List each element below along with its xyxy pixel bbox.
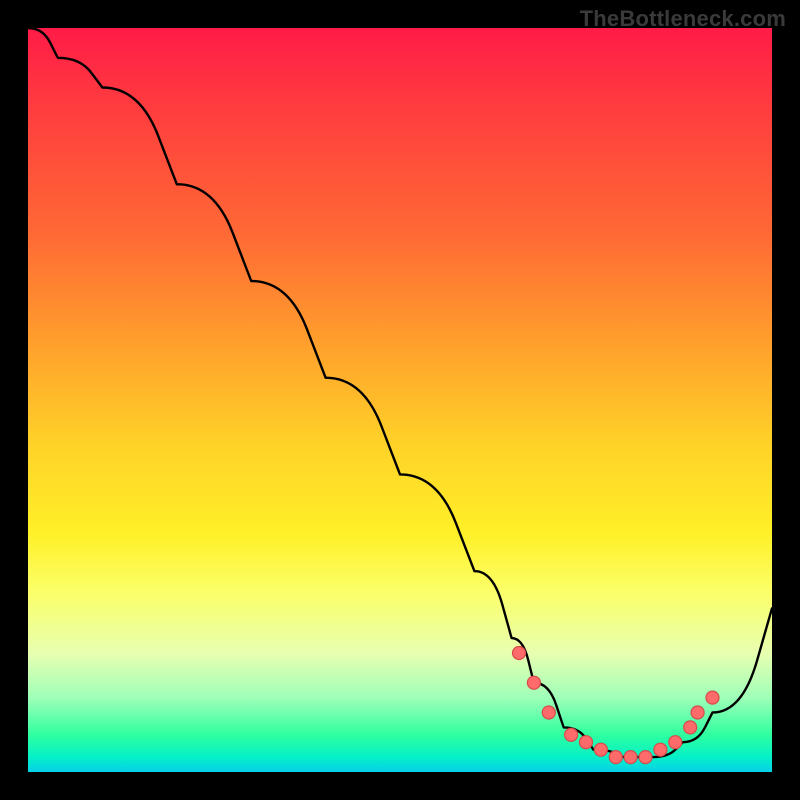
chart-frame: TheBottleneck.com: [0, 0, 800, 800]
highlight-dot: [580, 736, 593, 749]
plot-area: [28, 28, 772, 772]
highlight-dot: [542, 706, 555, 719]
highlight-dots: [513, 647, 720, 764]
highlight-dot: [669, 736, 682, 749]
highlight-dot: [594, 743, 607, 756]
highlight-dot: [691, 706, 704, 719]
highlight-dot: [684, 721, 697, 734]
highlight-dot: [513, 647, 526, 660]
highlight-dot: [654, 743, 667, 756]
highlight-dot: [609, 751, 622, 764]
bottleneck-curve: [28, 28, 772, 757]
highlight-dot: [527, 676, 540, 689]
highlight-dot: [639, 751, 652, 764]
highlight-dot: [706, 691, 719, 704]
curve-svg: [28, 28, 772, 772]
highlight-dot: [565, 728, 578, 741]
highlight-dot: [624, 751, 637, 764]
